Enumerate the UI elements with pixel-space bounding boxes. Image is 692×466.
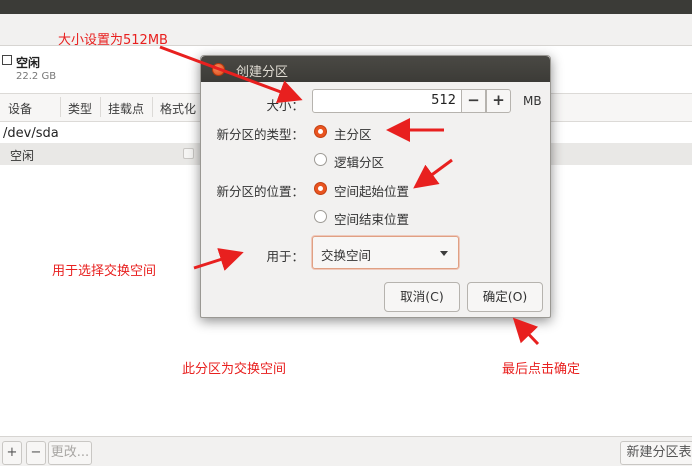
annotation-arrows bbox=[159, 45, 540, 346]
arrow-to-size bbox=[159, 45, 303, 103]
arrow-to-location bbox=[413, 158, 453, 189]
arrow-to-ok bbox=[512, 317, 540, 346]
arrow-to-use bbox=[193, 248, 244, 271]
